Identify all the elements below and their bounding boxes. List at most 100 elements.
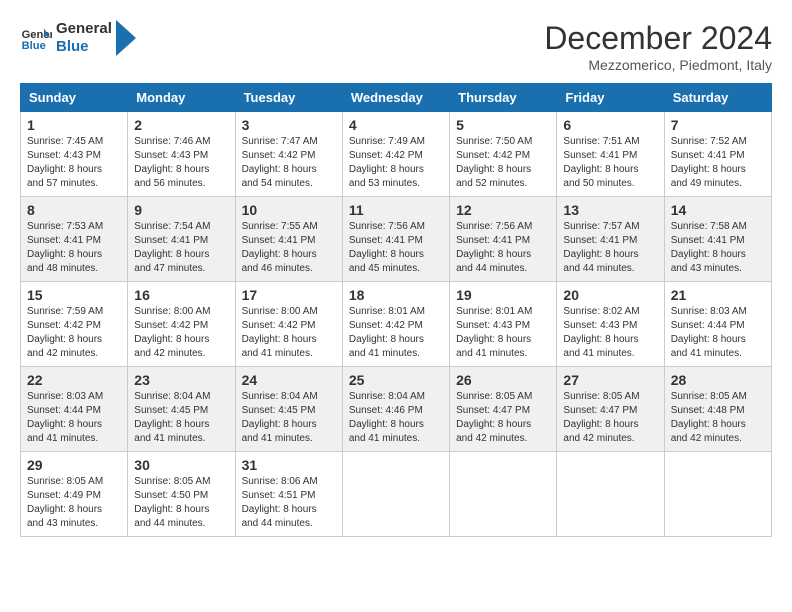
day-number: 4 [349, 117, 443, 133]
daylight-label: Daylight: 8 hours and 53 minutes. [349, 164, 424, 189]
day-number: 25 [349, 372, 443, 388]
day-number: 16 [134, 287, 228, 303]
day-number: 29 [27, 457, 121, 473]
sunset-label: Sunset: 4:51 PM [242, 490, 316, 501]
sunrise-label: Sunrise: 8:03 AM [27, 391, 103, 402]
calendar-week-row: 29 Sunrise: 8:05 AM Sunset: 4:49 PM Dayl… [21, 452, 772, 537]
day-number: 3 [242, 117, 336, 133]
sunset-label: Sunset: 4:45 PM [242, 405, 316, 416]
daylight-label: Daylight: 8 hours and 42 minutes. [563, 419, 638, 444]
calendar-cell: 20 Sunrise: 8:02 AM Sunset: 4:43 PM Dayl… [557, 282, 664, 367]
sunrise-label: Sunrise: 8:01 AM [349, 306, 425, 317]
calendar-cell: 27 Sunrise: 8:05 AM Sunset: 4:47 PM Dayl… [557, 367, 664, 452]
logo-general: General [56, 20, 112, 38]
sunrise-label: Sunrise: 8:01 AM [456, 306, 532, 317]
day-info: Sunrise: 7:50 AM Sunset: 4:42 PM Dayligh… [456, 135, 550, 191]
sunrise-label: Sunrise: 8:05 AM [671, 391, 747, 402]
daylight-label: Daylight: 8 hours and 57 minutes. [27, 164, 102, 189]
day-number: 1 [27, 117, 121, 133]
sunset-label: Sunset: 4:49 PM [27, 490, 101, 501]
sunset-label: Sunset: 4:42 PM [134, 320, 208, 331]
calendar-cell: 16 Sunrise: 8:00 AM Sunset: 4:42 PM Dayl… [128, 282, 235, 367]
day-number: 24 [242, 372, 336, 388]
sunrise-label: Sunrise: 8:06 AM [242, 476, 318, 487]
day-info: Sunrise: 8:05 AM Sunset: 4:48 PM Dayligh… [671, 390, 765, 446]
sunset-label: Sunset: 4:43 PM [456, 320, 530, 331]
day-info: Sunrise: 7:52 AM Sunset: 4:41 PM Dayligh… [671, 135, 765, 191]
sunrise-label: Sunrise: 7:55 AM [242, 221, 318, 232]
day-info: Sunrise: 8:04 AM Sunset: 4:46 PM Dayligh… [349, 390, 443, 446]
sunrise-label: Sunrise: 7:49 AM [349, 136, 425, 147]
sunset-label: Sunset: 4:47 PM [563, 405, 637, 416]
day-info: Sunrise: 8:05 AM Sunset: 4:47 PM Dayligh… [456, 390, 550, 446]
calendar-cell: 1 Sunrise: 7:45 AM Sunset: 4:43 PM Dayli… [21, 112, 128, 197]
day-header-thursday: Thursday [450, 84, 557, 112]
calendar-cell: 9 Sunrise: 7:54 AM Sunset: 4:41 PM Dayli… [128, 197, 235, 282]
day-number: 20 [563, 287, 657, 303]
day-info: Sunrise: 8:00 AM Sunset: 4:42 PM Dayligh… [134, 305, 228, 361]
day-number: 22 [27, 372, 121, 388]
sunset-label: Sunset: 4:41 PM [27, 235, 101, 246]
daylight-label: Daylight: 8 hours and 42 minutes. [27, 334, 102, 359]
sunset-label: Sunset: 4:41 PM [349, 235, 423, 246]
daylight-label: Daylight: 8 hours and 42 minutes. [671, 419, 746, 444]
calendar-cell: 28 Sunrise: 8:05 AM Sunset: 4:48 PM Dayl… [664, 367, 771, 452]
sunset-label: Sunset: 4:44 PM [27, 405, 101, 416]
daylight-label: Daylight: 8 hours and 45 minutes. [349, 249, 424, 274]
daylight-label: Daylight: 8 hours and 41 minutes. [134, 419, 209, 444]
calendar-cell: 31 Sunrise: 8:06 AM Sunset: 4:51 PM Dayl… [235, 452, 342, 537]
calendar-cell: 12 Sunrise: 7:56 AM Sunset: 4:41 PM Dayl… [450, 197, 557, 282]
day-header-sunday: Sunday [21, 84, 128, 112]
page-header: General Blue General Blue December 2024 … [20, 20, 772, 73]
day-number: 17 [242, 287, 336, 303]
calendar-cell: 29 Sunrise: 8:05 AM Sunset: 4:49 PM Dayl… [21, 452, 128, 537]
sunrise-label: Sunrise: 8:04 AM [242, 391, 318, 402]
sunset-label: Sunset: 4:43 PM [134, 150, 208, 161]
sunrise-label: Sunrise: 7:52 AM [671, 136, 747, 147]
day-info: Sunrise: 8:05 AM Sunset: 4:50 PM Dayligh… [134, 475, 228, 531]
calendar-cell [450, 452, 557, 537]
sunrise-label: Sunrise: 8:00 AM [242, 306, 318, 317]
calendar-cell: 14 Sunrise: 7:58 AM Sunset: 4:41 PM Dayl… [664, 197, 771, 282]
calendar-cell: 23 Sunrise: 8:04 AM Sunset: 4:45 PM Dayl… [128, 367, 235, 452]
calendar-cell: 24 Sunrise: 8:04 AM Sunset: 4:45 PM Dayl… [235, 367, 342, 452]
calendar-cell: 19 Sunrise: 8:01 AM Sunset: 4:43 PM Dayl… [450, 282, 557, 367]
daylight-label: Daylight: 8 hours and 41 minutes. [242, 419, 317, 444]
logo-icon: General Blue [20, 22, 52, 54]
title-block: December 2024 Mezzomerico, Piedmont, Ita… [544, 20, 772, 73]
day-info: Sunrise: 7:57 AM Sunset: 4:41 PM Dayligh… [563, 220, 657, 276]
day-info: Sunrise: 7:49 AM Sunset: 4:42 PM Dayligh… [349, 135, 443, 191]
calendar-cell: 18 Sunrise: 8:01 AM Sunset: 4:42 PM Dayl… [342, 282, 449, 367]
sunset-label: Sunset: 4:42 PM [349, 150, 423, 161]
day-info: Sunrise: 7:53 AM Sunset: 4:41 PM Dayligh… [27, 220, 121, 276]
day-number: 2 [134, 117, 228, 133]
daylight-label: Daylight: 8 hours and 44 minutes. [563, 249, 638, 274]
sunrise-label: Sunrise: 8:04 AM [349, 391, 425, 402]
daylight-label: Daylight: 8 hours and 48 minutes. [27, 249, 102, 274]
day-number: 31 [242, 457, 336, 473]
day-number: 23 [134, 372, 228, 388]
day-info: Sunrise: 7:46 AM Sunset: 4:43 PM Dayligh… [134, 135, 228, 191]
day-number: 15 [27, 287, 121, 303]
sunrise-label: Sunrise: 7:45 AM [27, 136, 103, 147]
day-header-wednesday: Wednesday [342, 84, 449, 112]
logo-blue: Blue [56, 38, 112, 56]
day-number: 19 [456, 287, 550, 303]
day-info: Sunrise: 7:59 AM Sunset: 4:42 PM Dayligh… [27, 305, 121, 361]
day-number: 10 [242, 202, 336, 218]
day-info: Sunrise: 8:05 AM Sunset: 4:49 PM Dayligh… [27, 475, 121, 531]
day-info: Sunrise: 7:56 AM Sunset: 4:41 PM Dayligh… [456, 220, 550, 276]
daylight-label: Daylight: 8 hours and 49 minutes. [671, 164, 746, 189]
daylight-label: Daylight: 8 hours and 43 minutes. [671, 249, 746, 274]
day-number: 11 [349, 202, 443, 218]
sunrise-label: Sunrise: 8:05 AM [134, 476, 210, 487]
logo: General Blue General Blue [20, 20, 136, 56]
sunset-label: Sunset: 4:50 PM [134, 490, 208, 501]
day-number: 28 [671, 372, 765, 388]
sunrise-label: Sunrise: 7:56 AM [456, 221, 532, 232]
calendar-week-row: 1 Sunrise: 7:45 AM Sunset: 4:43 PM Dayli… [21, 112, 772, 197]
calendar-week-row: 15 Sunrise: 7:59 AM Sunset: 4:42 PM Dayl… [21, 282, 772, 367]
day-number: 30 [134, 457, 228, 473]
daylight-label: Daylight: 8 hours and 41 minutes. [349, 419, 424, 444]
sunset-label: Sunset: 4:41 PM [671, 150, 745, 161]
